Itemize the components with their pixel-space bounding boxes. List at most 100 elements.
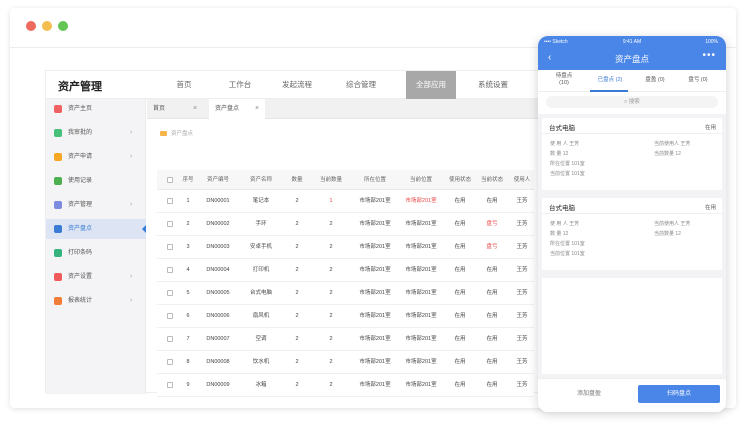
cell-qty: 2 bbox=[295, 336, 299, 342]
phone-navbar: ‹ 资产盘点 ••• bbox=[538, 48, 726, 70]
tab-count: (10) bbox=[559, 80, 569, 86]
cell-asset-code: DN00007 bbox=[206, 336, 230, 342]
sidebar-item-usage-records[interactable]: 使用记录 bbox=[46, 171, 146, 191]
cell-current-qty: 2 bbox=[329, 336, 333, 342]
cell-current-location: 市场部201室 bbox=[405, 221, 437, 227]
breadcrumb: 资产盘点 bbox=[160, 129, 193, 137]
cell-no: 1 bbox=[186, 198, 190, 204]
chevron-right-icon: › bbox=[130, 129, 133, 136]
sidebar-item-label: 我审批的 bbox=[68, 130, 93, 136]
cell-user: 王芳 bbox=[516, 244, 528, 250]
card-field: 所在位置 101室 bbox=[550, 161, 585, 167]
table-row[interactable]: 2 DN00002 手环 2 2 市场部201室 市场部201室 在用 盘亏 王芳 bbox=[157, 214, 534, 236]
card-field: 当前使用人 王芳 bbox=[654, 221, 691, 227]
card-field: 当前数量 12 bbox=[654, 151, 681, 157]
nav-all-apps[interactable]: 全部应用 bbox=[406, 71, 456, 99]
cell-current-location: 市场部201室 bbox=[405, 290, 437, 296]
row-checkbox[interactable] bbox=[163, 329, 177, 350]
tab-home[interactable]: 首页 × bbox=[147, 99, 203, 119]
cell-current-qty: 2 bbox=[329, 244, 333, 250]
cell-location: 市场部201室 bbox=[359, 382, 391, 388]
sidebar-item-label: 资产申请 bbox=[68, 154, 93, 160]
row-checkbox[interactable] bbox=[163, 214, 177, 235]
table-row[interactable]: 8 DN00008 饮水机 2 2 市场部201室 市场部201室 在用 在用 王芳 bbox=[157, 352, 534, 374]
phone-tab-deficit[interactable]: 盘亏 (0) bbox=[680, 77, 716, 84]
table-row[interactable]: 9 DN00009 冰箱 2 2 市场部201室 市场部201室 在用 在用 王芳 bbox=[157, 375, 534, 397]
cell-asset-code: DN00001 bbox=[206, 198, 230, 204]
battery-label: 100% bbox=[705, 39, 718, 45]
tab-label: 待盘点 bbox=[555, 73, 573, 79]
card-field: 当前使用人 王芳 bbox=[654, 141, 691, 147]
phone-search-input[interactable]: ⌕ 搜索 bbox=[546, 96, 718, 108]
phone-tab-pending[interactable]: 待盘点 (10) bbox=[544, 73, 584, 87]
row-checkbox[interactable] bbox=[163, 237, 177, 258]
cell-qty: 2 bbox=[295, 267, 299, 273]
asset-card[interactable]: 台式电脑 在用 使 用 人 王芳 当前使用人 王芳 数 量 12 当前数量 12… bbox=[542, 198, 722, 270]
row-checkbox[interactable] bbox=[163, 191, 177, 212]
cell-current-status: 盘亏 bbox=[486, 221, 498, 227]
select-all-checkbox[interactable] bbox=[163, 170, 177, 189]
card-status: 在用 bbox=[704, 205, 716, 211]
card-field: 数 量 12 bbox=[550, 231, 569, 237]
settings-icon bbox=[54, 273, 62, 281]
sidebar-item-report-stats[interactable]: 报表统计 › bbox=[46, 291, 146, 311]
phone-tab-done[interactable]: 已盘点 (2) bbox=[588, 77, 632, 84]
table-row[interactable]: 5 DN00005 台式电脑 2 2 市场部201室 市场部201室 在用 在用 王芳 bbox=[157, 283, 534, 305]
asset-card[interactable]: 台式电脑 在用 使 用 人 王芳 当前使用人 王芳 数 量 12 当前数量 12… bbox=[542, 118, 722, 190]
table-row[interactable]: 7 DN00007 空调 2 2 市场部201室 市场部201室 在用 在用 王芳 bbox=[157, 329, 534, 351]
cell-asset-code: DN00005 bbox=[206, 290, 230, 296]
table-row[interactable]: 6 DN00006 扇风机 2 2 市场部201室 市场部201室 在用 在用 王芳 bbox=[157, 306, 534, 328]
cell-location: 市场部201室 bbox=[359, 359, 391, 365]
more-icon[interactable]: ••• bbox=[702, 50, 716, 61]
sidebar-item-print-barcode[interactable]: 打印条码 bbox=[46, 243, 146, 263]
table-row[interactable]: 1 DN00001 笔记本 2 1 市场部201室 市场部201室 在用 在用 王芳 bbox=[157, 191, 534, 213]
cell-current-qty: 2 bbox=[329, 382, 333, 388]
sidebar-item-asset-inventory[interactable]: 资产盘点 bbox=[46, 219, 146, 239]
nav-workbench[interactable]: 工作台 bbox=[218, 71, 262, 99]
card-field: 当前数量 12 bbox=[654, 231, 681, 237]
cell-user: 王芳 bbox=[516, 313, 528, 319]
scan-inventory-button[interactable]: 扫码盘点 bbox=[638, 385, 720, 403]
sidebar-item-asset-home[interactable]: 资产主页 bbox=[46, 99, 146, 119]
cell-asset-name: 台式电脑 bbox=[249, 290, 272, 296]
cell-current-status: 在用 bbox=[486, 198, 498, 204]
header-asset-code: 资产编号 bbox=[206, 177, 229, 183]
cell-current-location: 市场部201室 bbox=[405, 267, 437, 273]
row-checkbox[interactable] bbox=[163, 375, 177, 396]
cell-location: 市场部201室 bbox=[359, 221, 391, 227]
add-surplus-button[interactable]: 添加盘盈 bbox=[546, 385, 632, 403]
phone-tab-surplus[interactable]: 盘盈 (0) bbox=[638, 77, 672, 84]
cell-user: 王芳 bbox=[516, 267, 528, 273]
sidebar-item-asset-manage[interactable]: 资产管理 › bbox=[46, 195, 146, 215]
table-row[interactable]: 3 DN00003 安卓手机 2 2 市场部201室 市场部201室 在用 盘亏 王芳 bbox=[157, 237, 534, 259]
table-row[interactable]: 4 DN00004 打印机 2 2 市场部201室 市场部201室 在用 在用 王芳 bbox=[157, 260, 534, 282]
nav-general-management[interactable]: 综合管理 bbox=[338, 71, 384, 99]
card-field: 使 用 人 王芳 bbox=[550, 221, 580, 227]
nav-home[interactable]: 首页 bbox=[164, 71, 204, 99]
tab-asset-inventory[interactable]: 资产盘点 × bbox=[209, 99, 265, 119]
row-checkbox[interactable] bbox=[163, 260, 177, 281]
close-icon[interactable]: × bbox=[193, 99, 197, 119]
cell-location: 市场部201室 bbox=[359, 267, 391, 273]
tab-count: (0) bbox=[700, 77, 708, 83]
nav-start-process[interactable]: 发起流程 bbox=[274, 71, 320, 99]
sidebar-item-asset-settings[interactable]: 资产设置 › bbox=[46, 267, 146, 287]
row-checkbox[interactable] bbox=[163, 352, 177, 373]
window-close-button[interactable] bbox=[26, 21, 36, 31]
table-header: 序号 资产编号 资产名称 数量 当前数量 所在位置 当前位置 使用状态 当前状态… bbox=[157, 170, 534, 190]
cell-asset-code: DN00009 bbox=[206, 382, 230, 388]
mobile-preview: •••• Sketch 9:41 AM 100% ‹ 资产盘点 ••• 待盘点 … bbox=[538, 36, 726, 412]
chevron-right-icon: › bbox=[130, 297, 133, 304]
sidebar-item-my-approvals[interactable]: 我审批的 › bbox=[46, 123, 146, 143]
cell-qty: 2 bbox=[295, 359, 299, 365]
row-checkbox[interactable] bbox=[163, 306, 177, 327]
close-icon[interactable]: × bbox=[255, 99, 259, 119]
cell-user: 王芳 bbox=[516, 382, 528, 388]
sidebar-item-asset-apply[interactable]: 资产申请 › bbox=[46, 147, 146, 167]
cell-current-location: 市场部201室 bbox=[405, 244, 437, 250]
nav-system-settings[interactable]: 系统设置 bbox=[468, 71, 518, 99]
window-maximize-button[interactable] bbox=[58, 21, 68, 31]
status-time: 9:41 AM bbox=[622, 39, 642, 45]
window-minimize-button[interactable] bbox=[42, 21, 52, 31]
row-checkbox[interactable] bbox=[163, 283, 177, 304]
